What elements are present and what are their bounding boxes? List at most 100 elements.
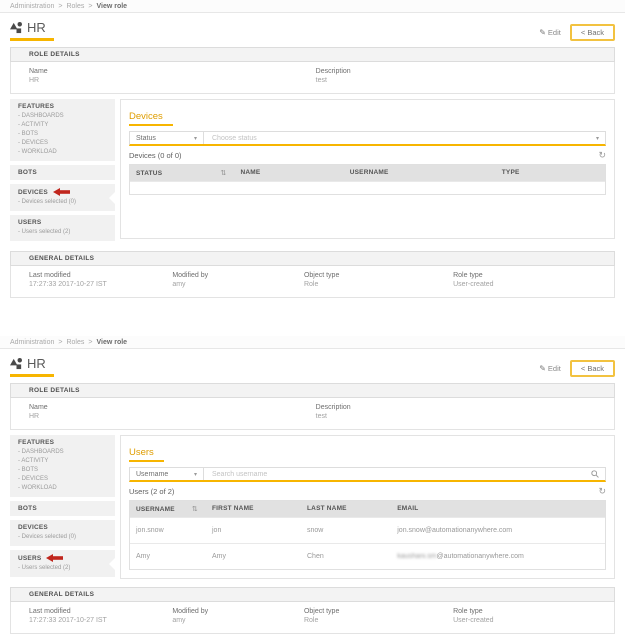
- sidebar-subitem: - Users selected (2): [18, 565, 71, 571]
- role-sections-sidebar: FEATURES - DASHBOARDS - ACTIVITY - BOTS …: [10, 435, 116, 581]
- breadcrumb-roles[interactable]: Roles: [66, 3, 84, 10]
- sidebar-section-title: FEATURES: [18, 439, 55, 446]
- header-actions: ✎ Edit < Back: [539, 20, 615, 41]
- column-header-email[interactable]: EMAIL: [391, 501, 605, 517]
- role-details-header: ROLE DETAILS: [10, 383, 615, 398]
- status-filter-dropdown[interactable]: Status ▾: [130, 132, 204, 144]
- field-value: HR: [29, 77, 40, 84]
- breadcrumb-view-role: View role: [96, 338, 128, 346]
- sidebar-item-users[interactable]: USERS - Users selected (2): [10, 215, 115, 241]
- chevron-down-icon: ▾: [595, 135, 599, 142]
- sidebar-subitem: - DEVICES: [18, 140, 49, 146]
- table-row[interactable]: Amy Amy Chen kaushani.sm@automationanywh…: [130, 543, 605, 569]
- active-section-notch: [109, 556, 116, 571]
- field-label: Role type: [453, 608, 483, 615]
- breadcrumb-separator: >: [58, 2, 63, 10]
- field-label: Description: [315, 68, 351, 75]
- breadcrumb-separator: >: [88, 2, 93, 10]
- breadcrumb: Administration > Roles > View role: [0, 0, 625, 13]
- sidebar-section-title: USERS: [18, 219, 42, 226]
- username-filter-dropdown[interactable]: Username ▾: [130, 468, 204, 480]
- field-value: test: [315, 77, 327, 84]
- cell-first-name: jon: [212, 527, 222, 534]
- general-details-header: GENERAL DETAILS: [10, 587, 615, 602]
- devices-count: Devices (0 of 0): [129, 151, 182, 160]
- general-details-header: GENERAL DETAILS: [10, 251, 615, 266]
- refresh-icon[interactable]: ↻: [598, 151, 606, 160]
- dropdown-value: Username: [136, 470, 169, 478]
- field-label: Description: [315, 404, 351, 411]
- choose-status-input[interactable]: Choose status: [204, 135, 596, 142]
- role-description-field: Description test: [316, 68, 614, 84]
- role-type-field: Role type User-created: [453, 608, 614, 624]
- breadcrumb-administration[interactable]: Administration: [10, 339, 54, 346]
- devices-filter-bar: Status ▾ Choose status ▾: [129, 131, 606, 146]
- column-header-first-name[interactable]: FIRST NAME: [206, 501, 301, 517]
- breadcrumb-separator: >: [58, 338, 63, 346]
- sidebar-item-users[interactable]: USERS - Users selected (2): [10, 550, 116, 577]
- role-description-field: Description test: [316, 404, 614, 420]
- users-table-header: USERNAME ⇅ FIRST NAME LAST NAME EMAIL: [130, 501, 605, 517]
- sidebar-subitem: - DASHBOARDS: [18, 113, 64, 119]
- chevron-down-icon: ▾: [193, 135, 197, 142]
- column-header-username[interactable]: USERNAME: [344, 165, 496, 181]
- sidebar-item-features[interactable]: FEATURES - DASHBOARDS - ACTIVITY - BOTS …: [10, 99, 115, 161]
- sidebar-subitem: - Devices selected (0): [18, 534, 77, 540]
- column-header-name[interactable]: NAME: [235, 165, 344, 181]
- column-header-username[interactable]: USERNAME ⇅: [130, 501, 206, 517]
- table-row[interactable]: jon.snow jon snow jon.snow@automationany…: [130, 517, 605, 543]
- users-filter-bar: Username ▾ Search username: [129, 467, 606, 482]
- field-label: Name: [29, 404, 48, 411]
- devices-panel: Devices Status ▾ Choose status ▾ Devices…: [120, 99, 615, 239]
- users-table: USERNAME ⇅ FIRST NAME LAST NAME EMAIL jo…: [129, 500, 606, 570]
- field-label: Last modified: [29, 608, 71, 615]
- breadcrumb-roles[interactable]: Roles: [66, 339, 84, 346]
- sidebar-item-bots[interactable]: BOTS: [10, 501, 115, 516]
- devices-table-header: STATUS ⇅ NAME USERNAME TYPE: [130, 165, 605, 181]
- sidebar-item-bots[interactable]: BOTS: [10, 165, 115, 180]
- role-group-icon: [10, 358, 22, 370]
- devices-table: STATUS ⇅ NAME USERNAME TYPE: [129, 164, 606, 195]
- sort-icon[interactable]: ⇅: [220, 169, 226, 177]
- sort-icon[interactable]: ⇅: [192, 505, 198, 513]
- sidebar-section-title: BOTS: [18, 505, 37, 512]
- sidebar-item-features[interactable]: FEATURES - DASHBOARDS - ACTIVITY - BOTS …: [10, 435, 115, 497]
- column-header-type[interactable]: TYPE: [496, 165, 605, 181]
- back-button[interactable]: < Back: [569, 24, 615, 41]
- field-value: Role: [303, 281, 319, 288]
- sidebar-subitem: - Users selected (2): [18, 229, 71, 235]
- sidebar-subitem: - WORKLOAD: [18, 485, 57, 491]
- edit-button[interactable]: ✎ Edit: [539, 28, 561, 37]
- last-modified-field: Last modified 17:27:33 2017-10-27 IST: [29, 272, 172, 288]
- role-details-box: Name HR Description test: [10, 62, 615, 94]
- refresh-icon[interactable]: ↻: [598, 487, 606, 496]
- cell-last-name: Chen: [307, 553, 324, 560]
- field-value: 17:27:33 2017-10-27 IST: [29, 617, 107, 624]
- sidebar-item-devices[interactable]: DEVICES - Devices selected (0): [10, 184, 116, 211]
- back-button[interactable]: < Back: [569, 360, 615, 377]
- red-annotation-arrow-icon: [52, 188, 70, 196]
- column-header-status[interactable]: STATUS ⇅: [130, 165, 235, 181]
- filter-end-control[interactable]: ▾: [596, 135, 605, 142]
- cell-first-name: Amy: [212, 553, 226, 560]
- edit-button[interactable]: ✎ Edit: [539, 364, 561, 373]
- red-annotation-arrow-icon: [46, 554, 64, 562]
- role-details-header: ROLE DETAILS: [10, 47, 615, 62]
- cell-email: kaushani.sm@automationanywhere.com: [391, 544, 605, 569]
- field-label: Modified by: [172, 608, 209, 615]
- role-name-title: HR: [27, 356, 46, 371]
- sidebar-subitem: - ACTIVITY: [18, 458, 49, 464]
- features-subitems: - DASHBOARDS - ACTIVITY - BOTS - DEVICES…: [18, 112, 107, 157]
- sidebar-item-devices[interactable]: DEVICES - Devices selected (0): [10, 520, 115, 546]
- field-value: User-created: [453, 617, 494, 624]
- sidebar-section-title: BOTS: [18, 169, 37, 176]
- devices-count-row: Devices (0 of 0) ↻: [129, 151, 606, 161]
- role-sections-sidebar: FEATURES - DASHBOARDS - ACTIVITY - BOTS …: [10, 99, 116, 245]
- breadcrumb: Administration > Roles > View role: [0, 336, 625, 349]
- edit-button-label: Edit: [547, 364, 561, 373]
- main-content: FEATURES - DASHBOARDS - ACTIVITY - BOTS …: [10, 435, 615, 581]
- search-button[interactable]: [591, 470, 605, 478]
- breadcrumb-administration[interactable]: Administration: [10, 3, 54, 10]
- column-header-last-name[interactable]: LAST NAME: [301, 501, 391, 517]
- search-username-input[interactable]: Search username: [204, 471, 591, 478]
